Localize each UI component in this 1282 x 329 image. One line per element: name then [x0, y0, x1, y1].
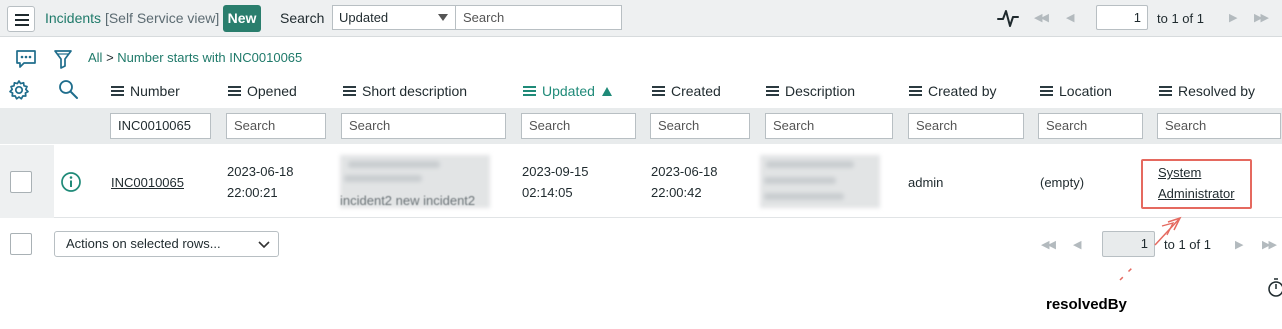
chevron-down-icon	[258, 241, 270, 249]
column-header-label: Description	[785, 83, 856, 99]
opened-time: 22:00:21	[227, 185, 278, 200]
search-field-select[interactable]: Updated	[332, 5, 456, 30]
filter-short-description-input[interactable]: Search	[341, 113, 506, 139]
created-time: 22:00:42	[651, 185, 702, 200]
column-header-number[interactable]: Number	[111, 82, 180, 100]
filter-number-input[interactable]: INC0010065	[110, 113, 211, 139]
column-menu-icon[interactable]	[343, 84, 356, 98]
column-header-label: Number	[130, 83, 180, 99]
annotation-label: resolvedBy	[1046, 296, 1127, 313]
timer-icon[interactable]	[1266, 277, 1282, 299]
column-menu-icon[interactable]	[1159, 84, 1172, 98]
column-header-label: Resolved by	[1178, 83, 1256, 99]
table-row	[0, 145, 1282, 218]
search-field-value: Updated	[339, 10, 389, 25]
last-page-icon[interactable]: ▶▶	[1262, 238, 1277, 251]
actions-on-selected-rows-select[interactable]: Actions on selected rows...	[54, 231, 279, 257]
short-description-partial: incident2 new incident2	[340, 194, 490, 208]
search-label: Search	[280, 10, 325, 26]
sort-ascending-icon	[601, 86, 612, 96]
column-menu-icon[interactable]	[228, 84, 241, 98]
filter-opened-input[interactable]: Search	[226, 113, 326, 139]
next-page-icon[interactable]: ▶	[1229, 11, 1238, 24]
column-menu-icon[interactable]	[523, 84, 536, 98]
breadcrumb-all[interactable]: All	[88, 50, 102, 65]
actions-select-label: Actions on selected rows...	[66, 236, 221, 251]
column-menu-icon[interactable]	[1040, 84, 1053, 98]
filter-created-by-input[interactable]: Search	[908, 113, 1024, 139]
cell-created-by: admin	[908, 175, 944, 190]
page-number-input[interactable]: 1	[1096, 5, 1148, 30]
column-header-label: Opened	[247, 83, 297, 99]
activity-stream-icon[interactable]	[997, 8, 1019, 28]
column-header-short-description[interactable]: Short description	[343, 82, 467, 100]
column-header-opened[interactable]: Opened	[228, 82, 297, 100]
opened-date: 2023-06-18	[227, 164, 294, 179]
cell-number[interactable]: INC0010065	[111, 172, 184, 193]
row-checkbox[interactable]	[10, 171, 32, 193]
short-description-text: incident2 new incident2	[340, 194, 476, 208]
filter-location-input[interactable]: Search	[1038, 113, 1143, 139]
previous-page-icon[interactable]: ◀	[1066, 11, 1075, 24]
list-title-text: Incidents	[45, 10, 102, 26]
updated-time: 02:14:05	[522, 185, 573, 200]
filter-resolved-by-input[interactable]: Search	[1157, 113, 1281, 139]
column-menu-icon[interactable]	[652, 84, 665, 98]
column-header-created-by[interactable]: Created by	[909, 82, 996, 100]
column-header-description[interactable]: Description	[766, 82, 855, 100]
info-icon[interactable]	[60, 171, 82, 193]
created-date: 2023-06-18	[651, 164, 718, 179]
column-menu-icon[interactable]	[766, 84, 779, 98]
list-context-menu-button[interactable]	[7, 6, 35, 32]
filter-created-input[interactable]: Search	[650, 113, 750, 139]
breadcrumb-condition[interactable]: Number starts with INC0010065	[117, 50, 302, 65]
breadcrumb: All > Number starts with INC0010065	[88, 50, 302, 65]
column-header-resolved-by[interactable]: Resolved by	[1159, 82, 1255, 100]
cell-opened: 2023-06-18 22:00:21	[227, 161, 294, 203]
column-header-label: Updated	[542, 83, 595, 99]
list-view-name: [Self Service view]	[104, 10, 220, 26]
column-header-created[interactable]: Created	[652, 82, 721, 100]
chevron-down-icon	[438, 14, 448, 21]
filter-description-input[interactable]: Search	[765, 113, 893, 139]
resolved-by-highlight-box	[1141, 159, 1252, 209]
page-info: to 1 of 1	[1157, 11, 1204, 26]
annotation-arrow-icon	[1119, 216, 1182, 281]
filter-updated-input[interactable]: Search	[521, 113, 636, 139]
previous-page-icon[interactable]: ◀	[1073, 238, 1082, 251]
first-page-icon[interactable]: ◀◀	[1041, 238, 1056, 251]
breadcrumb-separator: >	[106, 50, 114, 65]
column-header-location[interactable]: Location	[1040, 82, 1112, 100]
next-page-icon[interactable]: ▶	[1235, 238, 1244, 251]
select-all-checkbox[interactable]	[10, 233, 32, 255]
column-header-label: Short description	[362, 83, 468, 99]
column-header-updated[interactable]: Updated	[523, 82, 612, 100]
last-page-icon[interactable]: ▶▶	[1254, 11, 1269, 24]
list-title: Incidents [Self Service view]	[45, 10, 219, 26]
filter-icon[interactable]	[53, 48, 73, 70]
column-menu-icon[interactable]	[909, 84, 922, 98]
incident-number-link[interactable]: INC0010065	[111, 175, 184, 190]
updated-date: 2023-09-15	[522, 164, 589, 179]
column-header-label: Created	[671, 83, 721, 99]
blurred-description	[760, 155, 880, 208]
first-page-icon[interactable]: ◀◀	[1034, 11, 1049, 24]
column-header-label: Location	[1059, 83, 1112, 99]
search-input[interactable]: Search	[455, 5, 622, 30]
cell-created: 2023-06-18 22:00:42	[651, 161, 718, 203]
search-icon[interactable]	[57, 78, 79, 100]
comment-icon[interactable]	[15, 49, 37, 69]
cell-updated: 2023-09-15 02:14:05	[522, 161, 589, 203]
column-header-label: Created by	[928, 83, 997, 99]
cell-location: (empty)	[1040, 175, 1085, 190]
gear-icon[interactable]	[8, 79, 30, 101]
new-button[interactable]: New	[223, 5, 261, 32]
column-menu-icon[interactable]	[111, 84, 124, 98]
